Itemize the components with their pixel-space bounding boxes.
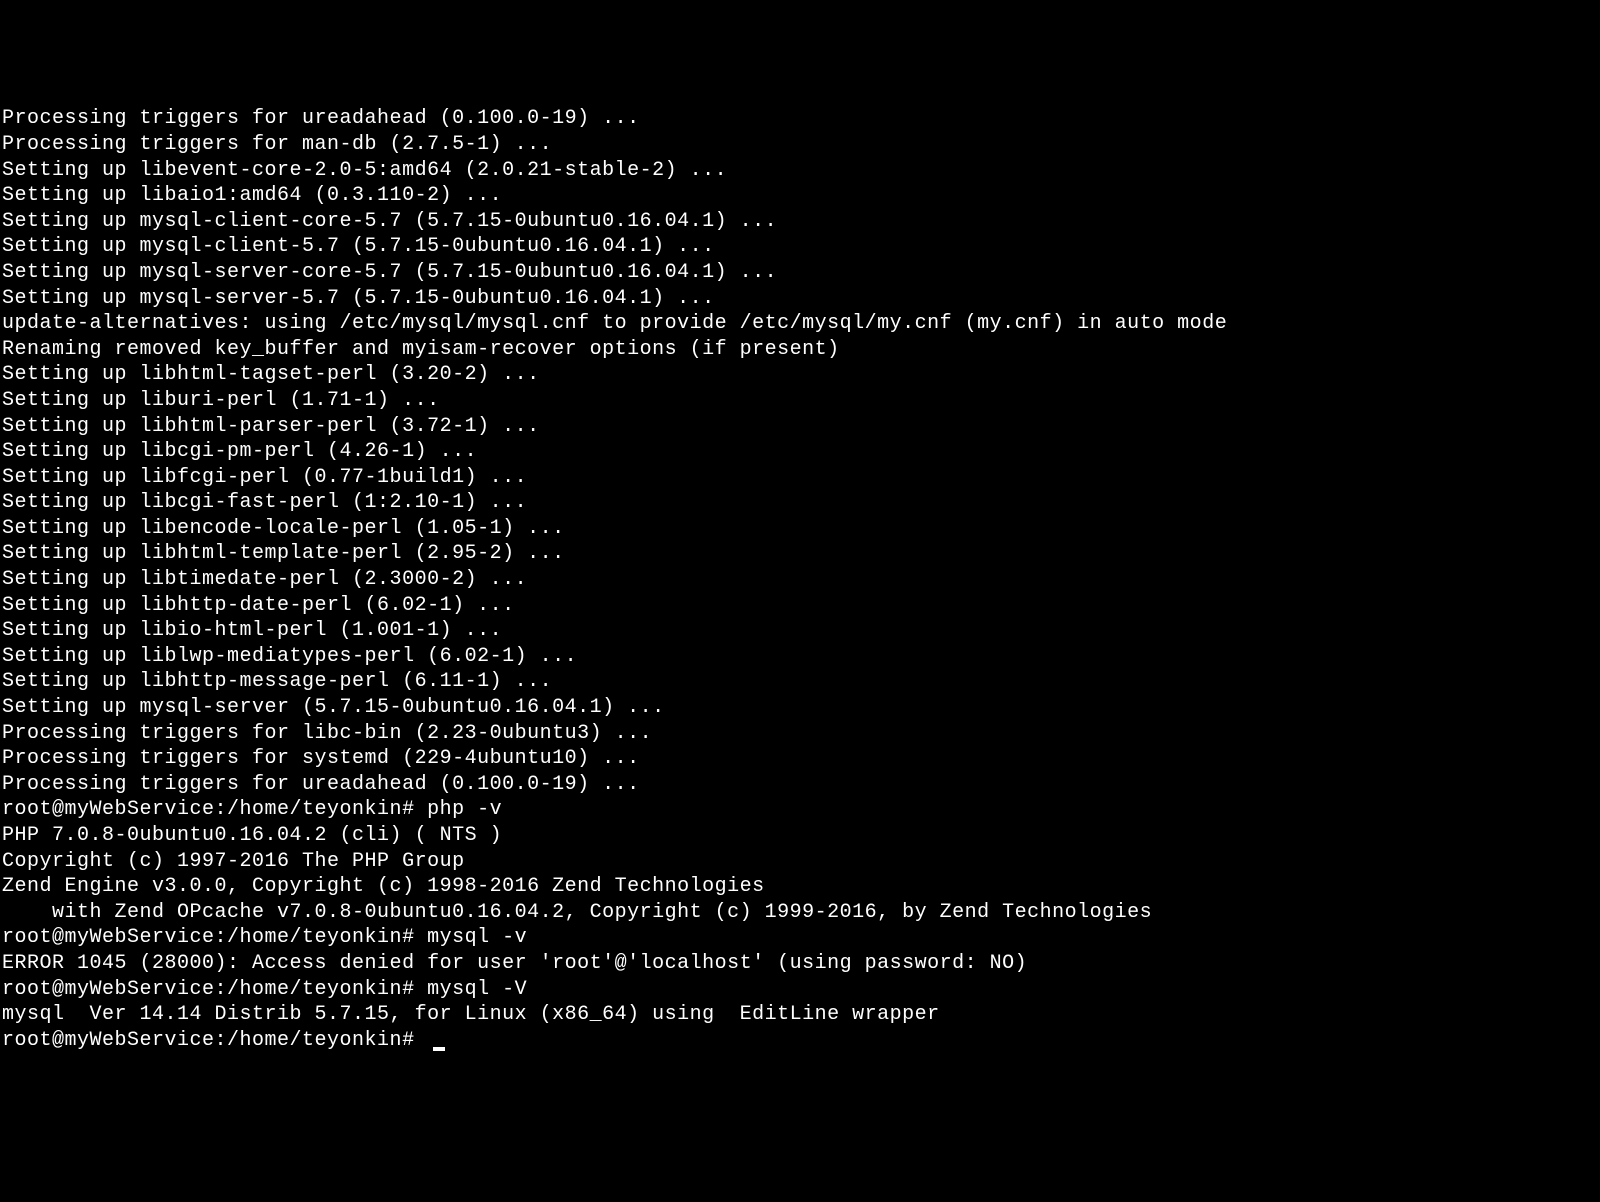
terminal-line: Processing triggers for systemd (229-4ub… [2, 746, 1598, 772]
terminal-line: Setting up libhttp-message-perl (6.11-1)… [2, 669, 1598, 695]
terminal-line: Setting up libaio1:amd64 (0.3.110-2) ... [2, 183, 1598, 209]
terminal-line: Setting up mysql-client-5.7 (5.7.15-0ubu… [2, 234, 1598, 260]
terminal-line: with Zend OPcache v7.0.8-0ubuntu0.16.04.… [2, 900, 1598, 926]
terminal-line: Setting up libcgi-pm-perl (4.26-1) ... [2, 439, 1598, 465]
terminal-line: Setting up libhtml-template-perl (2.95-2… [2, 541, 1598, 567]
terminal-line: Processing triggers for man-db (2.7.5-1)… [2, 132, 1598, 158]
cursor [433, 1047, 445, 1051]
terminal-line: Setting up libtimedate-perl (2.3000-2) .… [2, 567, 1598, 593]
terminal-line: root@myWebService:/home/teyonkin# mysql … [2, 925, 1598, 951]
terminal-line: root@myWebService:/home/teyonkin# [2, 1028, 1598, 1054]
terminal-line: Setting up libio-html-perl (1.001-1) ... [2, 618, 1598, 644]
terminal-line: Setting up libencode-locale-perl (1.05-1… [2, 516, 1598, 542]
terminal-line: Setting up libfcgi-perl (0.77-1build1) .… [2, 465, 1598, 491]
terminal-line: Setting up libevent-core-2.0-5:amd64 (2.… [2, 158, 1598, 184]
terminal-line: Renaming removed key_buffer and myisam-r… [2, 337, 1598, 363]
terminal-line: Setting up liblwp-mediatypes-perl (6.02-… [2, 644, 1598, 670]
terminal-output[interactable]: Processing triggers for ureadahead (0.10… [2, 106, 1598, 1053]
terminal-line: ERROR 1045 (28000): Access denied for us… [2, 951, 1598, 977]
terminal-line: root@myWebService:/home/teyonkin# php -v [2, 797, 1598, 823]
terminal-line: update-alternatives: using /etc/mysql/my… [2, 311, 1598, 337]
terminal-line: Processing triggers for ureadahead (0.10… [2, 772, 1598, 798]
terminal-line: mysql Ver 14.14 Distrib 5.7.15, for Linu… [2, 1002, 1598, 1028]
terminal-line: Setting up mysql-server-core-5.7 (5.7.15… [2, 260, 1598, 286]
terminal-line: Setting up libhtml-tagset-perl (3.20-2) … [2, 362, 1598, 388]
terminal-line: Setting up libhttp-date-perl (6.02-1) ..… [2, 593, 1598, 619]
terminal-line: Setting up libhtml-parser-perl (3.72-1) … [2, 414, 1598, 440]
terminal-line: PHP 7.0.8-0ubuntu0.16.04.2 (cli) ( NTS ) [2, 823, 1598, 849]
terminal-line: root@myWebService:/home/teyonkin# mysql … [2, 977, 1598, 1003]
terminal-line: Setting up mysql-server-5.7 (5.7.15-0ubu… [2, 286, 1598, 312]
terminal-line: Processing triggers for ureadahead (0.10… [2, 106, 1598, 132]
terminal-line: Setting up libcgi-fast-perl (1:2.10-1) .… [2, 490, 1598, 516]
terminal-line: Processing triggers for libc-bin (2.23-0… [2, 721, 1598, 747]
terminal-line: Copyright (c) 1997-2016 The PHP Group [2, 849, 1598, 875]
terminal-line: Setting up mysql-server (5.7.15-0ubuntu0… [2, 695, 1598, 721]
terminal-line: Zend Engine v3.0.0, Copyright (c) 1998-2… [2, 874, 1598, 900]
terminal-line: Setting up liburi-perl (1.71-1) ... [2, 388, 1598, 414]
terminal-line: Setting up mysql-client-core-5.7 (5.7.15… [2, 209, 1598, 235]
